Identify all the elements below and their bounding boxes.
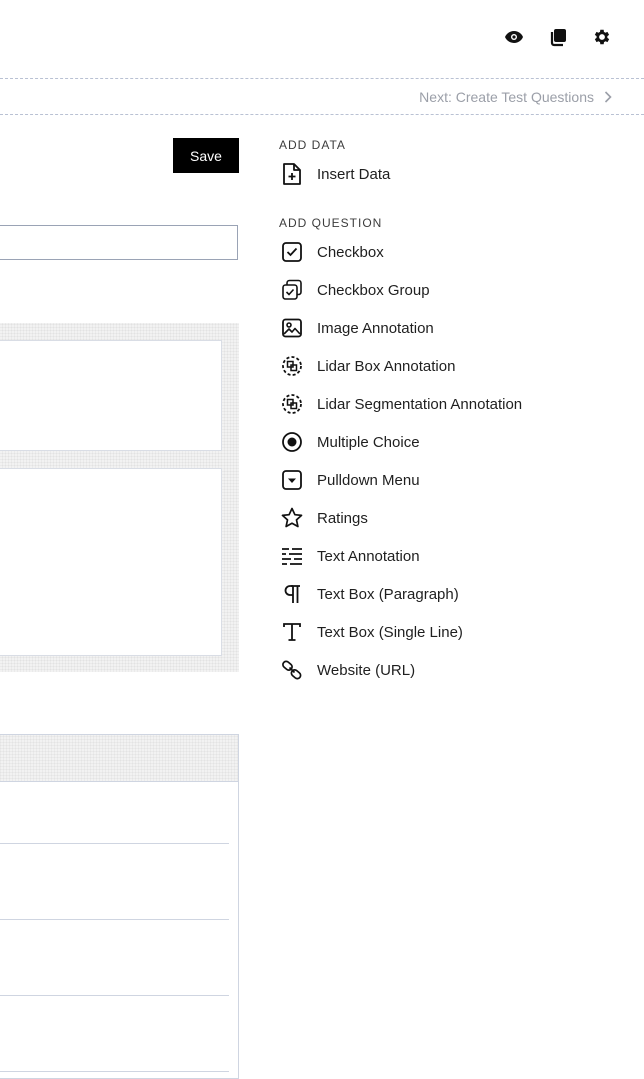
question-type-checkbox-group[interactable]: Checkbox Group — [279, 276, 430, 304]
question-type-label: Website (URL) — [317, 661, 416, 679]
gear-icon[interactable] — [590, 25, 614, 49]
table-row — [0, 1071, 229, 1072]
add-question-heading: ADD QUESTION — [279, 216, 383, 230]
insert-data-item[interactable]: Insert Data — [279, 160, 390, 188]
pulldown-icon — [279, 467, 305, 493]
text-t-icon — [279, 619, 305, 645]
question-type-lidar-segmentation[interactable]: Lidar Segmentation Annotation — [279, 390, 522, 418]
radio-icon — [279, 429, 305, 455]
question-type-label: Multiple Choice — [317, 433, 420, 451]
question-type-pulldown-menu[interactable]: Pulldown Menu — [279, 466, 420, 494]
question-type-label: Text Annotation — [317, 547, 420, 565]
question-type-label: Lidar Box Annotation — [317, 357, 456, 375]
question-type-label: Ratings — [317, 509, 368, 527]
chevron-right-icon — [604, 91, 612, 103]
table-row — [0, 995, 229, 996]
question-type-image-annotation[interactable]: Image Annotation — [279, 314, 434, 342]
question-type-lidar-box[interactable]: Lidar Box Annotation — [279, 352, 455, 380]
question-type-ratings[interactable]: Ratings — [279, 504, 368, 532]
question-type-label: Image Annotation — [317, 319, 434, 337]
data-table — [0, 734, 239, 1079]
next-step-link[interactable]: Next: Create Test Questions — [419, 87, 612, 107]
eye-icon[interactable] — [502, 25, 526, 49]
table-row — [0, 919, 229, 920]
top-bar — [0, 0, 644, 78]
star-icon — [279, 505, 305, 531]
subheader-divider — [0, 114, 644, 115]
lidar-box-icon — [279, 353, 305, 379]
question-card[interactable] — [0, 340, 222, 451]
paragraph-icon — [279, 581, 305, 607]
link-icon — [279, 657, 305, 683]
header-divider — [0, 78, 644, 79]
question-type-label: Checkbox — [317, 243, 384, 261]
table-header — [0, 735, 238, 782]
text-annotation-icon — [279, 543, 305, 569]
question-type-label: Text Box (Paragraph) — [317, 585, 459, 603]
checkbox-icon — [279, 239, 305, 265]
save-button[interactable]: Save — [173, 138, 239, 173]
file-plus-icon — [279, 161, 305, 187]
question-type-multiple-choice[interactable]: Multiple Choice — [279, 428, 420, 456]
question-card[interactable] — [0, 468, 222, 656]
question-type-text-box-single-line[interactable]: Text Box (Single Line) — [279, 618, 463, 646]
insert-data-label: Insert Data — [317, 165, 391, 183]
question-type-text-box-paragraph[interactable]: Text Box (Paragraph) — [279, 580, 459, 608]
question-type-label: Lidar Segmentation Annotation — [317, 395, 523, 413]
checkbox-group-icon — [279, 277, 305, 303]
table-row — [0, 843, 229, 844]
question-type-label: Text Box (Single Line) — [317, 623, 463, 641]
question-type-label: Checkbox Group — [317, 281, 430, 299]
add-data-heading: ADD DATA — [279, 138, 346, 152]
title-input[interactable] — [0, 225, 238, 260]
question-type-website-url[interactable]: Website (URL) — [279, 656, 415, 684]
image-icon — [279, 315, 305, 341]
question-type-text-annotation[interactable]: Text Annotation — [279, 542, 420, 570]
lidar-segmentation-icon — [279, 391, 305, 417]
question-type-checkbox[interactable]: Checkbox — [279, 238, 384, 266]
next-step-label: Next: Create Test Questions — [419, 89, 594, 105]
editor-canvas — [0, 323, 239, 672]
question-type-label: Pulldown Menu — [317, 471, 420, 489]
copy-icon[interactable] — [546, 25, 570, 49]
